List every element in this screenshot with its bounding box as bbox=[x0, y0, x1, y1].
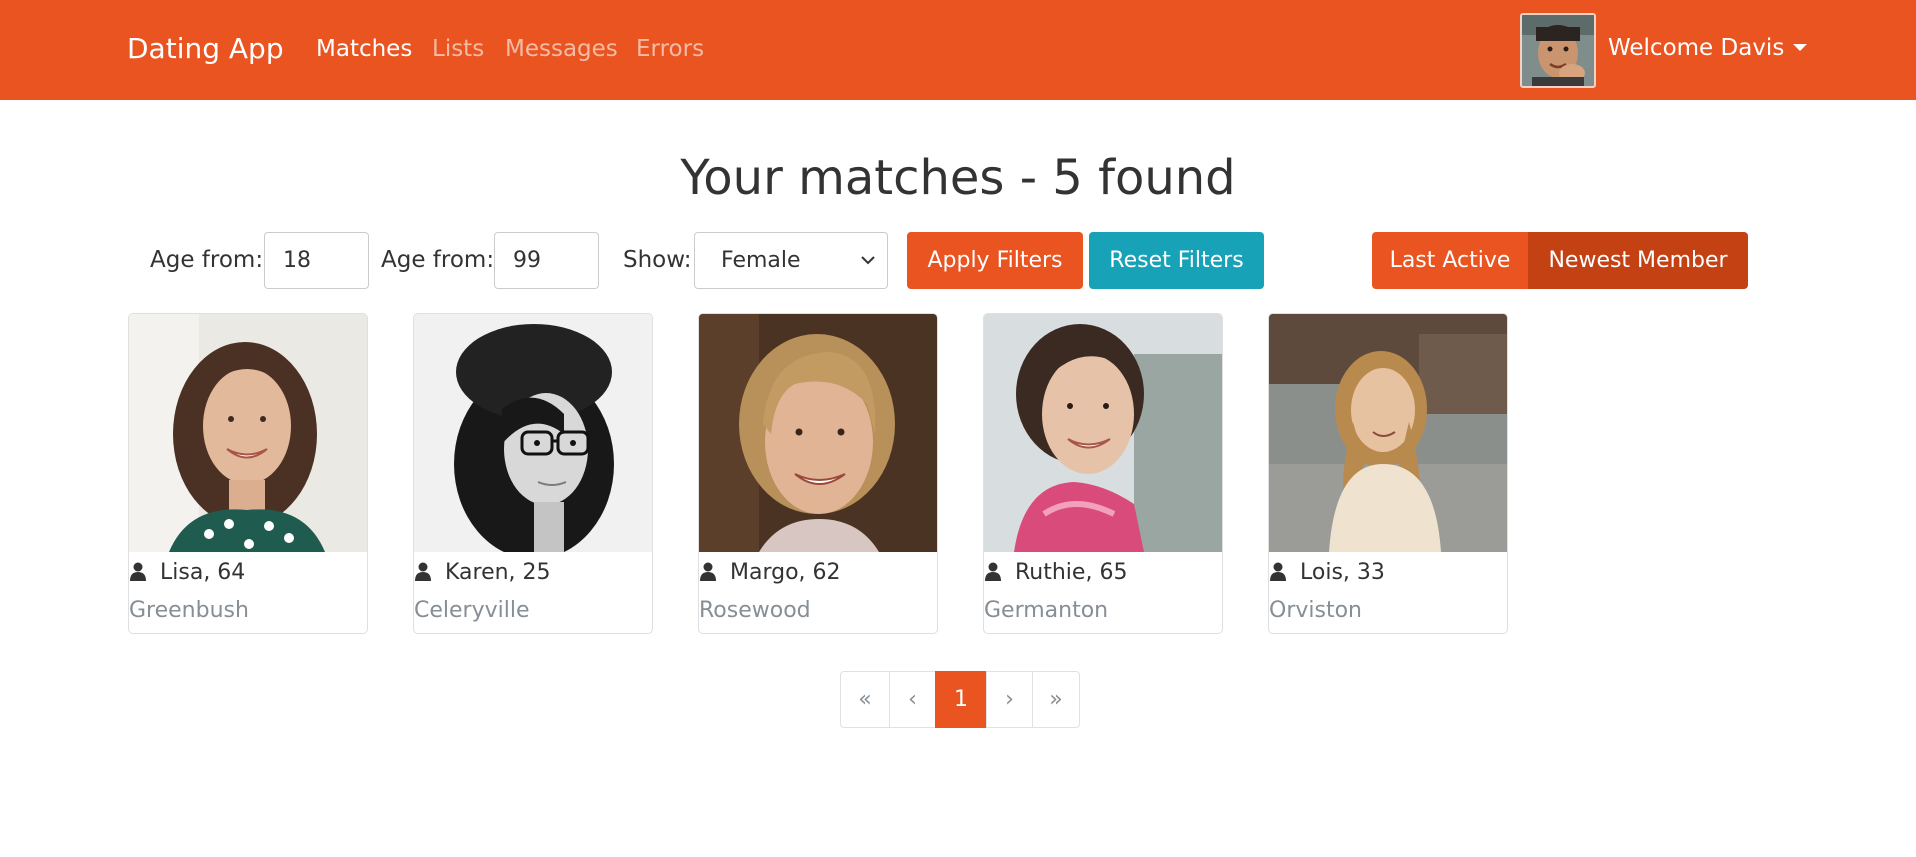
member-name: Karen, 25 bbox=[414, 560, 652, 585]
member-name-text: Lois, 33 bbox=[1300, 560, 1385, 585]
member-city: Greenbush bbox=[129, 598, 249, 623]
member-city: Celeryville bbox=[414, 598, 530, 623]
member-name-text: Karen, 25 bbox=[445, 560, 551, 585]
user-icon bbox=[985, 562, 1001, 581]
welcome-text: Welcome Davis bbox=[1608, 35, 1785, 61]
nav-link-messages[interactable]: Messages bbox=[505, 36, 618, 62]
member-city: Germanton bbox=[984, 598, 1109, 623]
min-age-label: Age from: bbox=[150, 247, 264, 273]
min-age-input[interactable]: 18 bbox=[264, 232, 369, 289]
user-icon bbox=[130, 562, 146, 581]
member-card[interactable]: Lisa, 64 Greenbush bbox=[128, 313, 368, 634]
navbar: Dating App Matches Lists Messages Errors… bbox=[0, 0, 1916, 100]
user-avatar[interactable] bbox=[1520, 13, 1596, 88]
gender-label: Show: bbox=[623, 247, 692, 273]
member-photo bbox=[129, 314, 367, 552]
chevron-down-icon bbox=[861, 256, 875, 265]
member-name-text: Margo, 62 bbox=[730, 560, 841, 585]
user-icon bbox=[415, 562, 431, 581]
caret-down-icon bbox=[1793, 44, 1808, 51]
sort-button-group: Last Active Newest Member bbox=[1372, 232, 1748, 289]
pagination-first[interactable]: « bbox=[840, 671, 890, 728]
max-age-label: Age from: bbox=[381, 247, 495, 273]
nav-link-lists[interactable]: Lists bbox=[432, 36, 484, 62]
welcome-dropdown[interactable]: Welcome Davis bbox=[1608, 35, 1808, 61]
member-name-text: Ruthie, 65 bbox=[1015, 560, 1128, 585]
nav-link-errors[interactable]: Errors bbox=[636, 36, 704, 62]
member-city: Orviston bbox=[1269, 598, 1362, 623]
member-name: Lisa, 64 bbox=[129, 560, 367, 585]
member-card[interactable]: Lois, 33 Orviston bbox=[1268, 313, 1508, 634]
gender-select-value: Female bbox=[721, 248, 801, 273]
sort-last-active-button[interactable]: Last Active bbox=[1372, 232, 1528, 289]
user-icon bbox=[1270, 562, 1286, 581]
member-card[interactable]: Ruthie, 65 Germanton bbox=[983, 313, 1223, 634]
nav-link-matches[interactable]: Matches bbox=[316, 36, 412, 62]
apply-filters-button[interactable]: Apply Filters bbox=[907, 232, 1083, 289]
user-icon bbox=[700, 562, 716, 581]
member-name: Margo, 62 bbox=[699, 560, 937, 585]
member-photo bbox=[699, 314, 937, 552]
page-title: Your matches - 5 found bbox=[680, 150, 1236, 206]
member-name-text: Lisa, 64 bbox=[160, 560, 246, 585]
member-city: Rosewood bbox=[699, 598, 811, 623]
pagination-page-1[interactable]: 1 bbox=[935, 671, 987, 728]
brand-link[interactable]: Dating App bbox=[127, 32, 284, 65]
pagination-previous[interactable]: ‹ bbox=[889, 671, 936, 728]
gender-select[interactable]: Female bbox=[694, 232, 888, 289]
sort-newest-member-button[interactable]: Newest Member bbox=[1528, 232, 1748, 289]
reset-filters-button[interactable]: Reset Filters bbox=[1089, 232, 1264, 289]
member-card[interactable]: Karen, 25 Celeryville bbox=[413, 313, 653, 634]
member-photo bbox=[1269, 314, 1507, 552]
member-photo bbox=[414, 314, 652, 552]
member-name: Ruthie, 65 bbox=[984, 560, 1222, 585]
member-card[interactable]: Margo, 62 Rosewood bbox=[698, 313, 938, 634]
avatar-photo bbox=[1522, 15, 1594, 86]
pagination-last[interactable]: » bbox=[1032, 671, 1080, 728]
max-age-input[interactable]: 99 bbox=[494, 232, 599, 289]
member-name: Lois, 33 bbox=[1269, 560, 1507, 585]
pagination-next[interactable]: › bbox=[986, 671, 1033, 728]
pagination: « ‹ 1 › » bbox=[840, 671, 1080, 728]
member-photo bbox=[984, 314, 1222, 552]
